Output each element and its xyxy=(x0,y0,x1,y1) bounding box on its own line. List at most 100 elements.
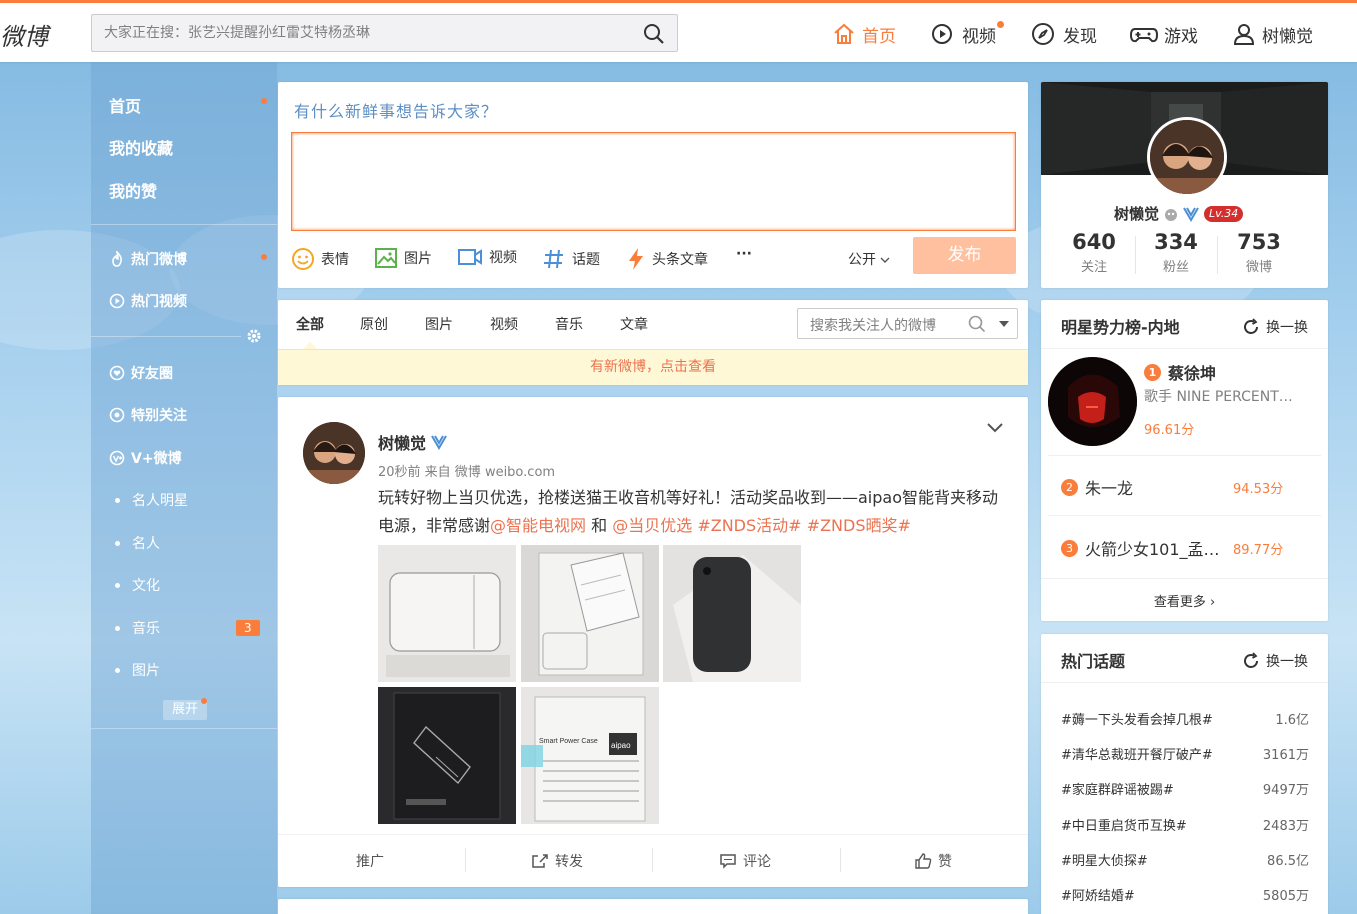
hot-topic-item[interactable]: #明星大侦探# 86.5亿 xyxy=(1061,850,1309,869)
tab-articles[interactable]: 文章 xyxy=(620,314,648,334)
chevron-down-icon xyxy=(880,257,890,263)
rank-number: 2 xyxy=(1061,478,1078,496)
post-author-avatar[interactable] xyxy=(303,422,365,484)
refresh-button[interactable]: 换一换 xyxy=(1242,651,1308,671)
sidebar-item-favorites[interactable]: 我的收藏 xyxy=(109,135,173,159)
level-badge[interactable]: Lv.34 xyxy=(1204,205,1244,222)
tab-music[interactable]: 音乐 xyxy=(555,314,583,334)
star-rank-2[interactable]: 2 朱一龙 xyxy=(1061,475,1133,499)
hashtag-link[interactable]: #ZNDS晒奖# xyxy=(807,516,911,535)
sidebar-item-friends[interactable]: 好友圈 xyxy=(109,363,173,383)
nav-home[interactable]: 首页 xyxy=(832,19,896,49)
sidebar-item-label: 热门视频 xyxy=(131,294,187,310)
star-avatar[interactable] xyxy=(1048,357,1137,446)
nav-games[interactable]: 游戏 xyxy=(1130,19,1198,49)
top-navigation-bar: 微博 首页 视频 发现 游戏 树懒觉 xyxy=(0,0,1357,62)
hot-topic-item[interactable]: #薅一下头发看会掉几根# 1.6亿 xyxy=(1061,709,1309,728)
stat-following[interactable]: 640 关注 xyxy=(1049,230,1139,275)
refresh-label: 换一换 xyxy=(1266,320,1308,336)
nav-discover[interactable]: 发现 xyxy=(1031,19,1097,49)
profile-avatar[interactable] xyxy=(1147,117,1227,197)
feed-filter-bar: 全部 原创 图片 视频 音乐 文章 搜索我关注人的微博 有新微博，点击查看 xyxy=(278,300,1028,385)
action-label: 转发 xyxy=(555,854,583,870)
weibo-logo[interactable]: 微博 xyxy=(0,17,48,52)
hot-topic-item[interactable]: #中日重启货币互换# 2483万 xyxy=(1061,815,1309,834)
sidebar-item-special-follow[interactable]: 特别关注 xyxy=(109,405,187,425)
refresh-button[interactable]: 换一换 xyxy=(1242,317,1308,337)
sidebar-item-hot-weibo[interactable]: 热门微博 xyxy=(109,249,187,269)
tab-pictures[interactable]: 图片 xyxy=(425,314,453,334)
emoji-button[interactable]: 表情 xyxy=(291,247,349,271)
composer-textarea[interactable] xyxy=(291,132,1016,231)
like-button[interactable]: 赞 xyxy=(914,851,952,871)
nav-video-label: 视频 xyxy=(962,26,996,47)
mention-link[interactable]: @当贝优选 xyxy=(612,516,692,535)
hot-topic-item[interactable]: #家庭群辟谣被踢# 9497万 xyxy=(1061,779,1309,798)
gear-icon[interactable] xyxy=(246,328,262,348)
visibility-select[interactable]: 公开 xyxy=(848,249,890,269)
expand-button[interactable]: 展开 xyxy=(163,700,207,720)
see-more-link[interactable]: 查看更多 › xyxy=(1041,591,1328,610)
sidebar-item-culture[interactable]: 文化 xyxy=(109,575,160,595)
search-icon[interactable] xyxy=(968,315,986,333)
sidebar-item-music[interactable]: 音乐 xyxy=(109,618,160,638)
sidebar-item-hot-video[interactable]: 热门视频 xyxy=(109,291,187,311)
tab-video[interactable]: 视频 xyxy=(490,314,518,334)
sidebar-item-pictures[interactable]: 图片 xyxy=(109,660,160,680)
post-image[interactable]: Smart Power Case aipao xyxy=(521,687,659,824)
post-image[interactable] xyxy=(378,687,516,824)
publish-button[interactable]: 发布 xyxy=(913,237,1016,274)
tool-label: 视频 xyxy=(489,250,517,266)
repost-button[interactable]: 转发 xyxy=(531,851,583,871)
new-posts-notice[interactable]: 有新微博，点击查看 xyxy=(278,349,1028,385)
sidebar-item-vplus[interactable]: V+微博 xyxy=(109,448,182,468)
nav-profile[interactable]: 树懒觉 xyxy=(1232,19,1313,49)
mention-link[interactable]: @智能电视网 xyxy=(490,516,586,535)
profile-name[interactable]: 树懒觉 xyxy=(1114,203,1159,224)
stat-value: 753 xyxy=(1237,230,1281,254)
hot-topic-item[interactable]: #清华总裁班开餐厅破产# 3161万 xyxy=(1061,744,1309,763)
star-rank-1[interactable]: 1 蔡徐坤 xyxy=(1144,360,1216,384)
video-upload-button[interactable]: 视频 xyxy=(457,247,517,267)
post-image[interactable] xyxy=(663,545,801,682)
hot-topic-item[interactable]: #阿娇结婚# 5805万 xyxy=(1061,885,1309,904)
refresh-icon xyxy=(1244,652,1258,668)
search-icon[interactable] xyxy=(643,23,665,49)
sidebar-item-famous[interactable]: 名人 xyxy=(109,533,160,553)
more-tools-button[interactable]: ··· xyxy=(736,246,752,262)
stat-posts[interactable]: 753 微博 xyxy=(1214,230,1304,275)
home-icon xyxy=(834,23,854,44)
star-ranking-title: 明星势力榜-内地 xyxy=(1061,318,1180,337)
post-image[interactable] xyxy=(378,545,516,682)
hashtag-link[interactable]: #ZNDS活动# xyxy=(697,516,801,535)
follow-search-input[interactable]: 搜索我关注人的微博 xyxy=(810,315,936,335)
nav-video[interactable]: 视频 xyxy=(930,19,1004,49)
music-count-badge: 3 xyxy=(236,620,260,636)
topic-name: #清华总裁班开餐厅破产# xyxy=(1061,748,1213,763)
action-divider xyxy=(840,848,841,872)
sidebar-item-celebrities[interactable]: 名人明星 xyxy=(109,490,188,510)
sidebar-item-home[interactable]: 首页 xyxy=(109,93,141,117)
stat-value: 334 xyxy=(1154,230,1198,254)
article-button[interactable]: 头条文章 xyxy=(626,247,708,271)
visibility-label: 公开 xyxy=(848,252,876,268)
post-image[interactable] xyxy=(521,545,659,682)
star-rank-3[interactable]: 3 火箭少女101_孟… xyxy=(1061,536,1220,560)
promote-button[interactable]: 推广 xyxy=(356,851,384,871)
comment-button[interactable]: 评论 xyxy=(719,851,771,871)
tab-all[interactable]: 全部 xyxy=(296,314,324,334)
action-label: 赞 xyxy=(938,854,952,870)
sidebar-item-label: V+微博 xyxy=(131,451,182,467)
post-author[interactable]: 树懒觉 xyxy=(378,430,448,454)
sidebar-divider xyxy=(91,728,277,729)
post-meta: 20秒前 来自 微博 weibo.com xyxy=(378,465,556,480)
image-button[interactable]: 图片 xyxy=(374,247,432,269)
global-search-input[interactable] xyxy=(92,15,632,51)
topic-button[interactable]: 话题 xyxy=(542,247,600,271)
chevron-down-icon[interactable] xyxy=(986,422,1004,434)
caret-down-icon[interactable] xyxy=(998,320,1010,328)
sidebar-item-likes[interactable]: 我的赞 xyxy=(109,178,157,202)
tab-original[interactable]: 原创 xyxy=(360,314,388,334)
stat-followers[interactable]: 334 粉丝 xyxy=(1131,230,1221,275)
bullet-icon xyxy=(115,582,120,588)
